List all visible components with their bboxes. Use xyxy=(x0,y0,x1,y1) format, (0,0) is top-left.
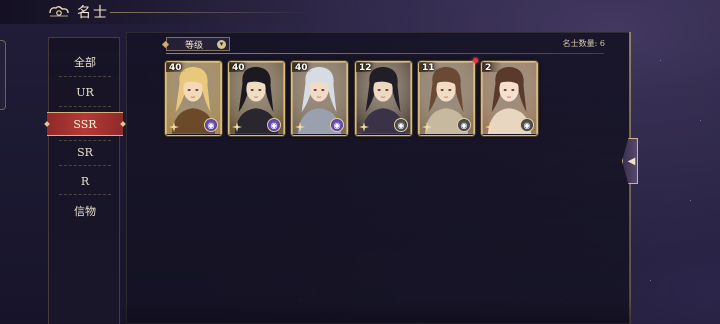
character-card[interactable]: 12 ◉ xyxy=(355,61,412,136)
page-title: 名士 xyxy=(77,5,109,21)
sparkle-icon xyxy=(485,122,495,132)
filter-tab-all[interactable]: 全部 xyxy=(49,50,121,74)
rarity-filter-sidebar: 全部 UR SSR SR R 信物 xyxy=(47,37,123,324)
eye-icon: ◉ xyxy=(330,118,344,132)
sparkle-icon xyxy=(422,122,432,132)
sparkle-icon xyxy=(359,122,369,132)
character-card[interactable]: 40 ◉ xyxy=(291,61,348,136)
card-level: 40 xyxy=(295,63,308,73)
sparkle-icon xyxy=(232,122,242,132)
filter-tab-label: UR xyxy=(76,85,94,99)
header-divider xyxy=(110,12,310,13)
sparkle-icon xyxy=(169,122,179,132)
divider xyxy=(59,194,111,195)
eye-icon: ◉ xyxy=(267,118,281,132)
toolbar-divider xyxy=(166,53,604,54)
eye-icon: ◉ xyxy=(520,118,534,132)
character-card[interactable]: 2 ◉ xyxy=(481,61,538,136)
left-edge-tab[interactable] xyxy=(0,40,6,110)
character-count: 名士数量: 6 xyxy=(562,39,605,48)
filter-tab-sr[interactable]: SR xyxy=(49,140,121,164)
filter-tab-ssr[interactable]: SSR xyxy=(47,112,123,136)
sort-label: 等级 xyxy=(184,40,203,51)
filter-tab-r[interactable]: R xyxy=(49,169,121,193)
divider xyxy=(59,165,111,166)
divider xyxy=(59,106,111,107)
character-card[interactable]: 40 ◉ xyxy=(165,61,222,136)
card-level: 40 xyxy=(232,63,245,73)
filter-tab-label: 全部 xyxy=(74,56,96,69)
card-level: 11 xyxy=(422,63,435,73)
eye-icon: ◉ xyxy=(394,118,408,132)
cloud-swirl-icon xyxy=(48,4,70,18)
character-card[interactable]: 11 ◉ xyxy=(418,61,475,136)
filter-tab-token[interactable]: 信物 xyxy=(49,199,121,223)
collapse-panel-button[interactable]: ◀ xyxy=(622,138,638,184)
eye-icon: ◉ xyxy=(457,118,471,132)
character-card[interactable]: 40 ◉ xyxy=(228,61,285,136)
notification-dot xyxy=(473,58,478,63)
card-level: 2 xyxy=(485,63,492,73)
filter-tab-ur[interactable]: UR xyxy=(49,80,121,104)
screen-header: 名士 xyxy=(0,0,330,24)
eye-icon: ◉ xyxy=(204,118,218,132)
filter-tab-label: R xyxy=(80,174,90,188)
card-level: 40 xyxy=(169,63,182,73)
panel-shade xyxy=(126,300,631,324)
card-level: 12 xyxy=(359,63,372,73)
divider xyxy=(59,76,111,77)
filter-tab-label: SR xyxy=(77,145,93,159)
sparkle-icon xyxy=(295,122,305,132)
chevron-down-icon: ▾ xyxy=(217,40,226,49)
sort-dropdown[interactable]: 等级 ▾ xyxy=(161,37,230,51)
chevron-left-icon: ◀ xyxy=(627,155,636,167)
filter-tab-label: 信物 xyxy=(74,205,96,218)
filter-tab-label: SSR xyxy=(73,117,97,131)
